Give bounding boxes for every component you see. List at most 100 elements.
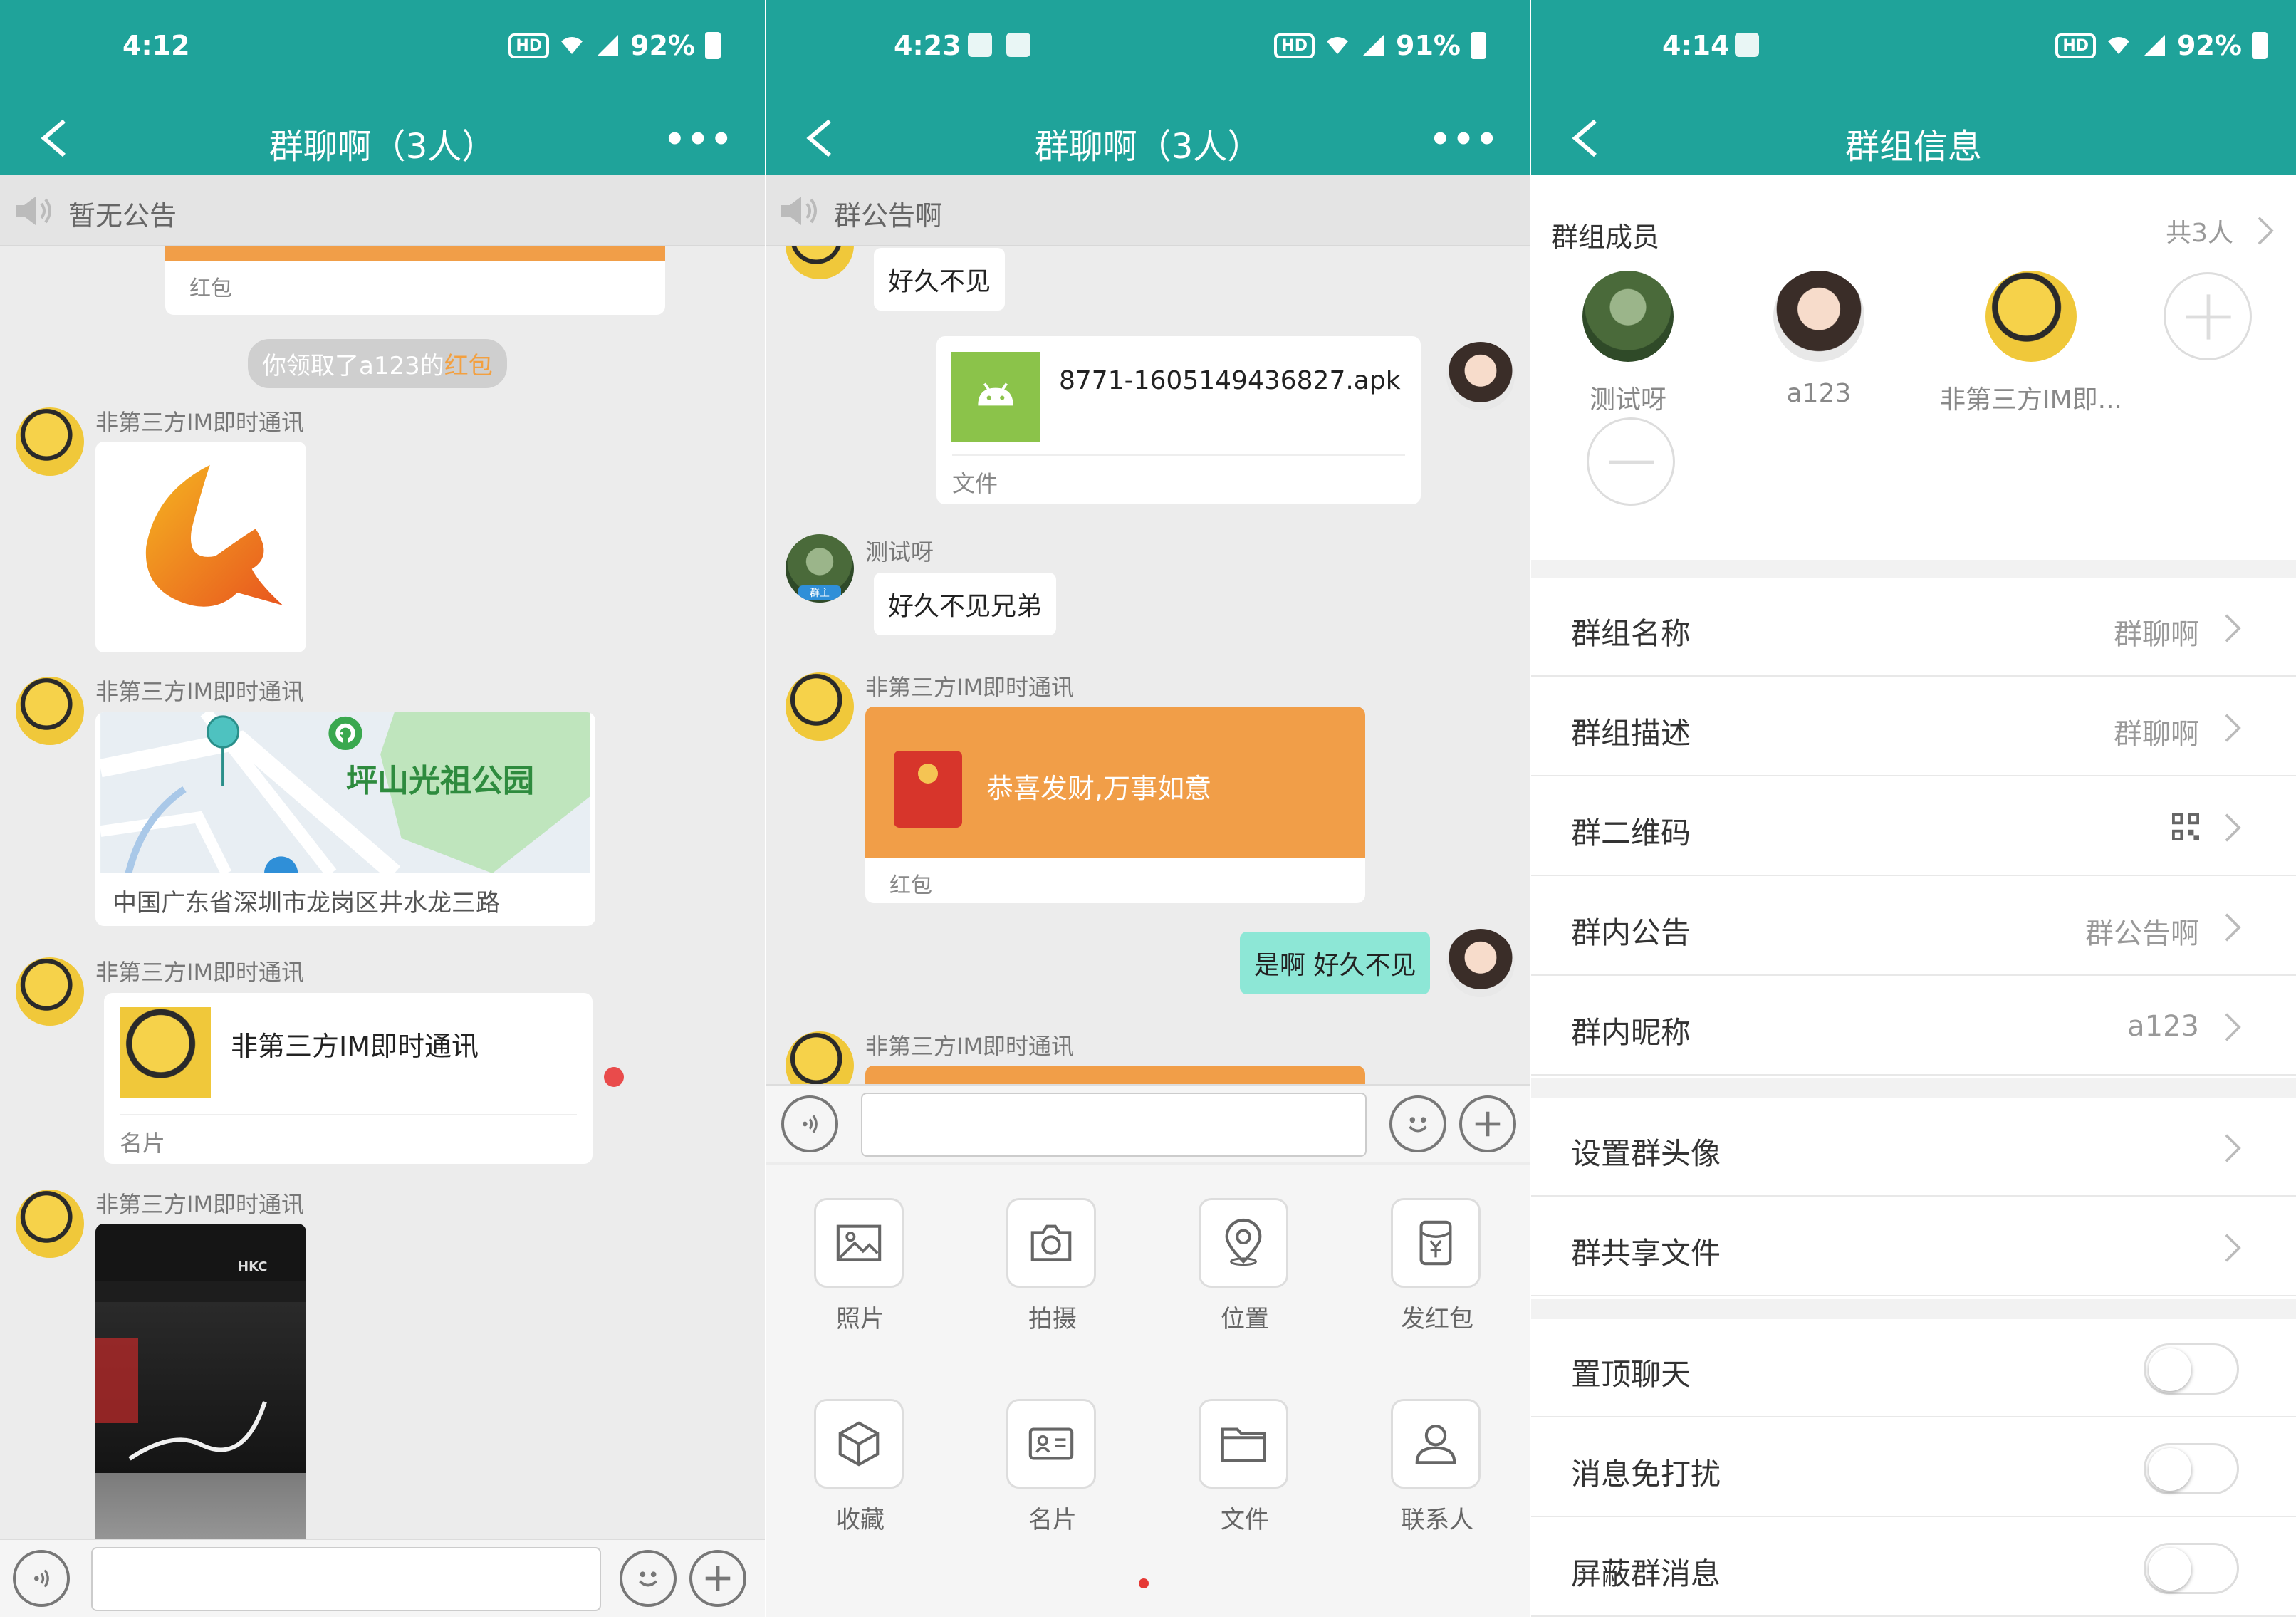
more-options-icon[interactable]: ••• xyxy=(1429,120,1499,160)
red-packet-icon xyxy=(1419,1220,1452,1266)
avatar[interactable] xyxy=(16,1190,84,1258)
remove-member-button[interactable] xyxy=(1587,417,1675,506)
signal-icon xyxy=(1362,35,1384,56)
file-name: 8771-1605149436827.apk xyxy=(1059,366,1401,395)
plus-button[interactable] xyxy=(1459,1095,1516,1152)
members-count[interactable]: 共3人 xyxy=(2166,212,2233,249)
self-avatar[interactable] xyxy=(1446,929,1515,997)
sender-name: 非第三方IM即时通讯 xyxy=(865,674,1075,701)
tool-location[interactable]: 位置 xyxy=(1199,1198,1291,1334)
tool-label: 文件 xyxy=(1221,1506,1269,1534)
contact-card-icon xyxy=(1028,1427,1074,1460)
speaker-icon xyxy=(16,197,51,225)
android-icon xyxy=(978,382,1013,406)
image-message[interactable] xyxy=(95,442,306,652)
red-packet-message[interactable]: 恭喜发财,万事如意 红包 xyxy=(865,707,1365,903)
group-settings-section: 群组名称 群聊啊 群组描述 群聊啊 群二维码 群内公告 群公告啊 群内昵称 a1… xyxy=(1531,578,2296,1078)
qr-code-icon xyxy=(2172,813,2199,840)
sender-name: 非第三方IM即时通讯 xyxy=(95,678,305,705)
chat-header: 群聊啊（3人） ••• xyxy=(766,100,1530,175)
voice-icon xyxy=(34,1569,49,1588)
red-packet-card[interactable]: 红包 xyxy=(165,246,665,315)
message-input[interactable] xyxy=(861,1093,1367,1157)
avatar[interactable] xyxy=(16,407,84,476)
chevron-right-icon[interactable] xyxy=(2256,215,2275,246)
message-input[interactable] xyxy=(91,1547,601,1611)
member-item[interactable]: 非第三方IM即... xyxy=(1931,271,2131,416)
plus-button[interactable] xyxy=(689,1550,746,1607)
row-shared-files[interactable]: 群共享文件 xyxy=(1531,1198,2296,1296)
file-message[interactable]: 8771-1605149436827.apk 文件 xyxy=(936,336,1421,504)
chat-header: 群聊啊（3人） ••• xyxy=(0,100,765,175)
input-bar xyxy=(0,1539,765,1617)
message-list[interactable]: 好久不见 8771-1605149436827.apk 文件 群主 测试呀 好久… xyxy=(766,246,1530,1084)
contact-card-message[interactable]: 非第三方IM即时通讯 名片 xyxy=(104,993,593,1164)
chevron-right-icon xyxy=(2225,913,2241,942)
row-group-qrcode[interactable]: 群二维码 xyxy=(1531,778,2296,876)
photo-message[interactable]: HKC xyxy=(95,1224,306,1539)
text-message[interactable]: 好久不见兄弟 xyxy=(874,573,1057,635)
photo-icon xyxy=(836,1224,882,1261)
block-messages-toggle[interactable] xyxy=(2144,1543,2239,1594)
tool-label: 发红包 xyxy=(1401,1305,1473,1333)
add-member-button[interactable] xyxy=(2164,272,2252,360)
member-name: a123 xyxy=(1786,379,1852,408)
group-notice-bar[interactable]: 群公告啊 xyxy=(766,175,1530,246)
pin-chat-toggle[interactable] xyxy=(2144,1343,2239,1395)
row-group-name[interactable]: 群组名称 群聊啊 xyxy=(1531,578,2296,677)
row-set-avatar[interactable]: 设置群头像 xyxy=(1531,1098,2296,1197)
tool-favorite[interactable]: 收藏 xyxy=(814,1399,907,1535)
do-not-disturb-toggle[interactable] xyxy=(2144,1443,2239,1494)
toggle-knob xyxy=(2149,1448,2191,1491)
wifi-icon xyxy=(2108,37,2130,54)
location-message[interactable]: 坪山光祖公园 中国广东省深圳市龙岗区井水龙三路 xyxy=(95,712,595,926)
members-section: 群组成员 共3人 测试呀 a123 非第三方IM即... xyxy=(1531,175,2296,560)
signal-icon xyxy=(597,35,619,56)
image-notification-icon xyxy=(1006,33,1030,57)
tool-photo[interactable]: 照片 xyxy=(814,1198,907,1334)
emoji-button[interactable] xyxy=(620,1550,677,1607)
avatar[interactable] xyxy=(786,246,854,279)
message-list[interactable]: 红包 你领取了a123的红包 非第三方IM即时通讯 非第三方IM即时通讯 坪山光… xyxy=(0,246,765,1539)
map-place-name: 坪山光祖公园 xyxy=(346,763,534,799)
camera-icon xyxy=(1030,1224,1072,1261)
voice-button[interactable] xyxy=(781,1095,838,1152)
member-item[interactable]: 测试呀 xyxy=(1550,271,1706,416)
tool-contacts[interactable]: 联系人 xyxy=(1391,1399,1483,1535)
red-packet-partial[interactable] xyxy=(865,1066,1365,1084)
row-group-notice[interactable]: 群内公告 群公告啊 xyxy=(1531,878,2296,976)
folder-icon xyxy=(1221,1427,1266,1462)
row-value: 群公告啊 xyxy=(2085,917,2199,950)
card-avatar xyxy=(120,1007,211,1098)
chat-screen-left: 4:12 HD 92% 群聊啊（3人） ••• 暂无公告 红包 你领取了a123… xyxy=(0,0,765,1617)
unread-dot xyxy=(604,1067,624,1087)
tool-folder[interactable]: 文件 xyxy=(1199,1399,1291,1535)
tool-red-packet[interactable]: 发红包 xyxy=(1391,1198,1483,1334)
wifi-icon xyxy=(1327,37,1349,54)
avatar[interactable] xyxy=(16,957,84,1026)
more-options-icon[interactable]: ••• xyxy=(664,120,734,160)
self-avatar[interactable] xyxy=(1446,342,1515,410)
avatar[interactable]: 群主 xyxy=(786,534,854,603)
tool-camera[interactable]: 拍摄 xyxy=(1006,1198,1099,1334)
speaker-icon xyxy=(781,197,817,225)
avatar[interactable] xyxy=(16,677,84,745)
chevron-right-icon xyxy=(2225,813,2241,842)
row-group-nickname[interactable]: 群内昵称 a123 xyxy=(1531,977,2296,1076)
self-text-message[interactable]: 是啊 好久不见 xyxy=(1240,932,1431,994)
emoji-button[interactable] xyxy=(1389,1095,1446,1152)
row-group-desc[interactable]: 群组描述 群聊啊 xyxy=(1531,678,2296,776)
system-message-link[interactable]: 红包 xyxy=(444,352,493,380)
avatar[interactable] xyxy=(786,672,854,741)
avatar[interactable] xyxy=(786,1031,854,1084)
emoji-icon xyxy=(1409,1117,1427,1133)
group-notice-bar[interactable]: 暂无公告 xyxy=(0,175,765,246)
tool-contact-card[interactable]: 名片 xyxy=(1006,1399,1099,1535)
voice-button[interactable] xyxy=(13,1550,70,1607)
status-bar: 4:23 HD 91% xyxy=(766,0,1530,100)
member-item[interactable]: a123 xyxy=(1741,271,1897,408)
red-packet-top xyxy=(165,246,665,261)
hd-icon: HD xyxy=(508,33,550,58)
voice-icon xyxy=(803,1115,818,1133)
text-message[interactable]: 好久不见 xyxy=(874,248,1006,311)
